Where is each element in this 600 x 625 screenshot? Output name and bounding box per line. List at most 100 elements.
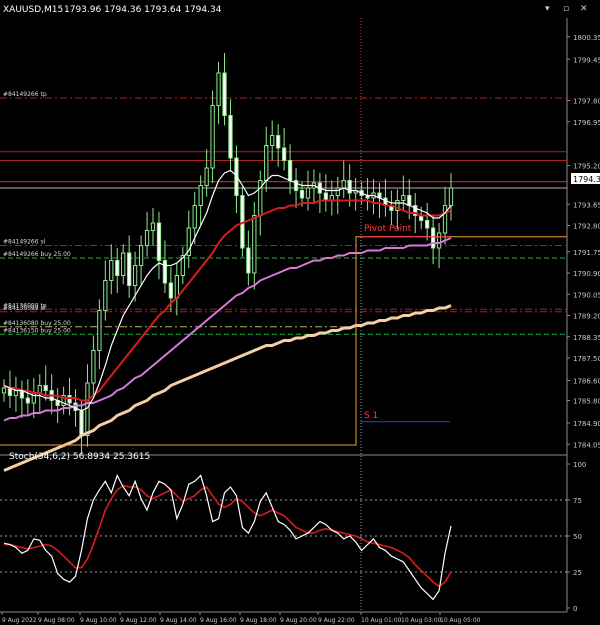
candle-body [276, 135, 281, 149]
price-tick-label: 1784.90 [573, 420, 600, 428]
chart-canvas[interactable]: #84149266 tp #84149266 sl #84149266 buy 25… [0, 0, 600, 625]
price-tick-label: 1788.35 [573, 334, 600, 342]
minimize-icon[interactable]: ▾ [545, 4, 550, 14]
s1-label: S 1 [364, 411, 378, 421]
price-axis: 1800.35 1799.45 1797.80 1796.95 1795.20 1793.… [567, 34, 600, 449]
stoch-main-line [3, 473, 452, 601]
candle-body [430, 227, 436, 249]
stoch-tick-label: 50 [573, 533, 582, 541]
ma-fast-line [3, 169, 452, 412]
time-tick-label: 9 Aug 2022 [2, 617, 37, 624]
price-tick-label: 1796.95 [573, 119, 600, 127]
price-tick-label: 1789.20 [573, 313, 600, 321]
candle-body [156, 222, 162, 261]
candle-body [85, 382, 90, 436]
order-label: #84149266 sl [3, 239, 46, 246]
price-tick-label: 1800.35 [573, 34, 600, 42]
stoch-tick-label: 0 [573, 605, 577, 613]
candle-body [115, 260, 120, 276]
candle-body [436, 232, 442, 249]
candle-body [198, 185, 203, 206]
candle-body [216, 72, 221, 106]
candle-body [79, 410, 84, 436]
candle-body [25, 397, 30, 404]
price-tick-label: 1785.80 [573, 398, 600, 406]
candle-body [91, 350, 96, 384]
pivot-point-label: Pivot Point [364, 224, 412, 234]
price-tick-label: 1790.90 [573, 270, 600, 278]
grid-layer [0, 18, 568, 613]
candle-body [401, 195, 406, 201]
candle-body [323, 192, 328, 201]
candle-body [127, 252, 132, 286]
candle-body [210, 105, 215, 169]
candle-body [252, 215, 257, 274]
price-tick-label: 1791.75 [573, 249, 600, 257]
price-tick-label: 1784.05 [573, 441, 600, 449]
candle-body [335, 187, 340, 196]
candle-body [144, 230, 150, 246]
candle-body [287, 160, 293, 181]
stochastic-layer: 100 75 50 25 0 [0, 461, 586, 613]
time-tick-label: 9 Aug 22:00 [318, 617, 355, 624]
trading-chart[interactable]: #84149266 tp #84149266 sl #84149266 buy 25… [0, 0, 600, 625]
price-tick-label: 1790.05 [573, 291, 600, 299]
candle-body [121, 252, 126, 276]
close-icon[interactable]: ✕ [580, 4, 588, 14]
candle-body [204, 167, 209, 186]
candle-body [281, 147, 287, 161]
order-label: #84149266 tp [3, 91, 47, 98]
ma-slow-line [3, 237, 452, 422]
order-lines-layer: #84149266 tp #84149266 sl #84149266 buy 25… [0, 91, 567, 335]
candle-body [192, 205, 197, 229]
time-tick-label: 9 Aug 20:00 [280, 617, 317, 624]
order-label: #84136150 buy 25.00 [3, 327, 71, 334]
time-tick-label: 9 Aug 16:00 [200, 617, 237, 624]
candle-body [1, 387, 7, 394]
time-tick-label: 9 Aug 12:00 [120, 617, 157, 624]
price-tick-label: 1799.45 [573, 56, 600, 64]
order-label: #84136080 buy 25.00 [3, 320, 71, 327]
maximize-icon[interactable]: ▫ [563, 4, 569, 14]
candle-body [150, 222, 156, 231]
time-tick-label: 9 Aug 14:00 [160, 617, 197, 624]
candle-body [264, 145, 269, 181]
candle-body [97, 310, 102, 351]
candle-body [174, 275, 179, 299]
candle-body [222, 72, 227, 116]
candle-body [13, 390, 19, 396]
stoch-tick-label: 100 [573, 461, 586, 469]
chart-ohlc: 1793.96 1794.36 1793.64 1794.34 [64, 5, 222, 15]
time-tick-label: 10 Aug 05:00 [440, 617, 481, 624]
candle-body [425, 220, 430, 229]
price-tick-label: 1795.20 [573, 163, 600, 171]
candle-body [162, 260, 168, 284]
candle-body [299, 190, 305, 199]
price-tick-label: 1786.60 [573, 378, 600, 386]
time-axis: 9 Aug 2022 9 Aug 08:00 9 Aug 10:00 9 Aug 12… [1, 612, 481, 624]
candle-body [109, 260, 114, 281]
time-tick-label: 10 Aug 03:00 [401, 617, 442, 624]
candle-body [7, 387, 13, 396]
candle-body [103, 280, 108, 311]
current-price-label: 1794.34 [573, 175, 600, 184]
candle-body [407, 195, 412, 206]
candle-body [270, 135, 275, 146]
time-tick-label: 9 Aug 18:00 [240, 617, 277, 624]
candle-body [448, 187, 454, 206]
stoch-tick-label: 75 [573, 497, 582, 505]
candle-body [442, 205, 448, 234]
candle-body [132, 265, 138, 286]
candle-body [305, 187, 311, 199]
time-tick-label: 10 Aug 01:00 [361, 617, 402, 624]
price-tick-label: 1787.50 [573, 355, 600, 363]
candle-body [168, 282, 174, 299]
price-tick-label: 1797.80 [573, 98, 600, 106]
candle-body [138, 245, 144, 266]
chart-symbol: XAUUSD,M15 [3, 5, 63, 15]
ma-very-slow-line [3, 304, 452, 472]
moving-averages-layer [3, 169, 452, 472]
order-label: #84136099 sl [3, 305, 46, 312]
price-tick-label: 1792.80 [573, 223, 600, 231]
order-label: #84149266 buy 25.00 [3, 251, 71, 258]
